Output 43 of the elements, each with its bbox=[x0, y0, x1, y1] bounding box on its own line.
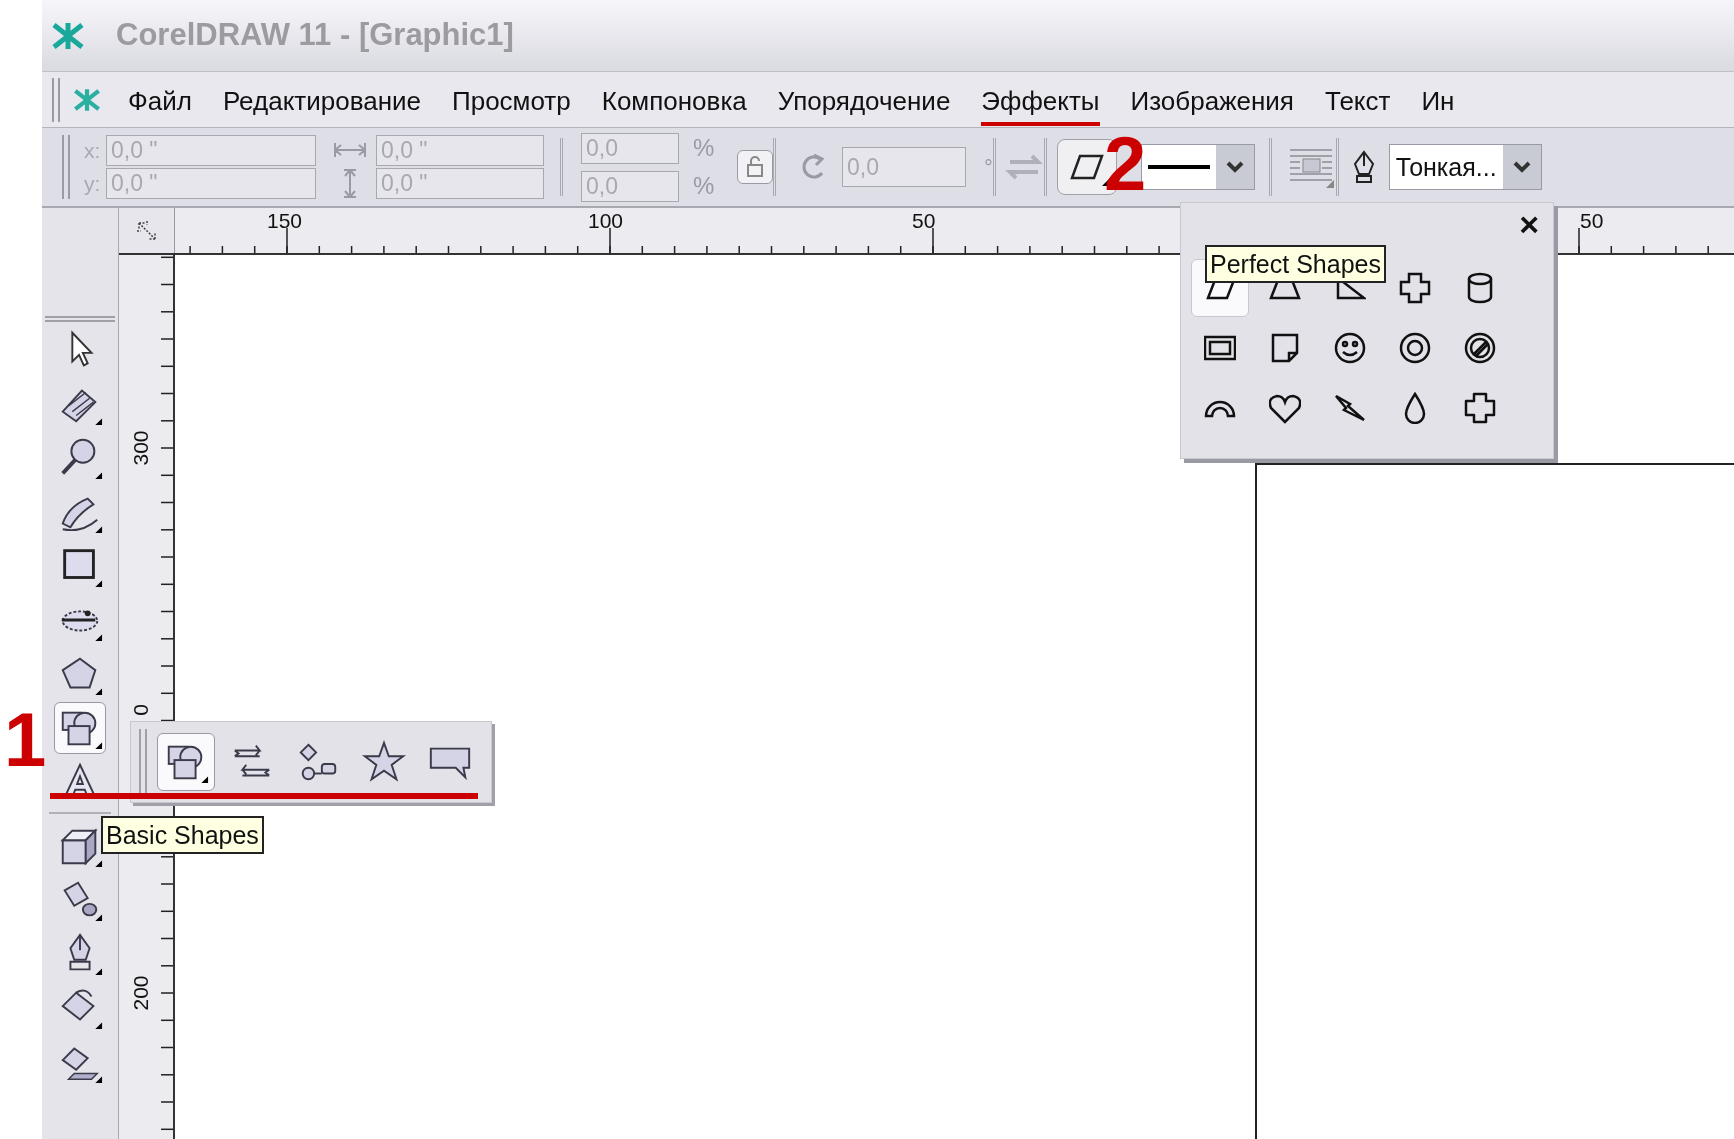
toolbar-grip[interactable] bbox=[62, 135, 70, 199]
cross-icon bbox=[1399, 272, 1431, 304]
lightning-icon bbox=[1334, 392, 1366, 424]
ruler-label: 0 bbox=[130, 703, 152, 718]
line-style-icon bbox=[1147, 165, 1210, 169]
shape-tool-button[interactable] bbox=[157, 733, 215, 791]
lock-ratio-button[interactable] bbox=[737, 150, 773, 184]
app-logo-icon bbox=[50, 20, 86, 51]
ruler-label: 50 bbox=[912, 210, 936, 232]
ruler-label: 150 bbox=[267, 210, 303, 232]
outline-width-combo[interactable]: Тонкая... bbox=[1388, 144, 1542, 190]
menu-item[interactable]: Изображения bbox=[1130, 83, 1294, 126]
smiley-icon bbox=[1334, 332, 1366, 364]
ruler-label: 100 bbox=[588, 210, 624, 232]
outline-width-value: Тонкая... bbox=[1394, 152, 1498, 183]
no-symbol-icon bbox=[1464, 332, 1496, 364]
folded-page-icon bbox=[1269, 332, 1301, 364]
menu-item[interactable]: Редактирование bbox=[222, 83, 421, 126]
menu-item[interactable]: Просмотр bbox=[452, 83, 571, 126]
tool-button[interactable] bbox=[54, 702, 106, 754]
menu-item[interactable]: Файл bbox=[128, 83, 192, 126]
heart-icon bbox=[1269, 392, 1301, 424]
degree-sign: ° bbox=[984, 153, 993, 182]
lock-icon bbox=[744, 156, 766, 178]
donut-icon bbox=[1399, 332, 1431, 364]
ruler-label: 50 bbox=[1580, 210, 1604, 232]
close-button[interactable]: × bbox=[1519, 207, 1539, 241]
menu-item[interactable]: Компоновка bbox=[601, 83, 747, 126]
window-title: CorelDRAW 11 - [Graphic1] bbox=[116, 16, 514, 55]
tooltip: Perfect Shapes bbox=[1205, 245, 1386, 283]
plus-shape-icon bbox=[1464, 392, 1496, 424]
annotation-number: 1 bbox=[4, 700, 47, 780]
percent-sign: % bbox=[693, 171, 716, 201]
ruler-label: 300 bbox=[130, 429, 152, 468]
ruler-origin-icon[interactable] bbox=[134, 218, 159, 243]
toolbar-grip[interactable] bbox=[52, 77, 60, 122]
tooltip: Basic Shapes bbox=[101, 816, 264, 854]
percent-sign: % bbox=[693, 133, 716, 163]
menu-item[interactable]: Текст bbox=[1324, 83, 1391, 126]
menu-item[interactable]: Ин bbox=[1421, 83, 1455, 126]
menu-item[interactable]: Упорядочение bbox=[777, 83, 951, 126]
ruler-label: 200 bbox=[130, 974, 152, 1013]
annotation-number: 2 bbox=[1104, 124, 1147, 204]
